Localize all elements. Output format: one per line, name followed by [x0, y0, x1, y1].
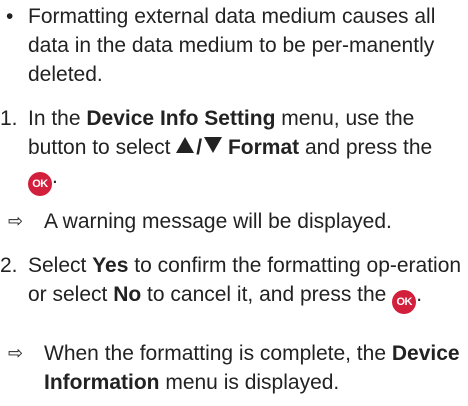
result-arrow-icon: ⇨ — [8, 343, 24, 364]
up-triangle-icon — [176, 137, 195, 153]
step-2: 2. Select Yes to confirm the formatting … — [0, 251, 468, 314]
ok-button-icon: OK — [28, 172, 52, 196]
step-2-text-c: to cancel it, and press the — [141, 283, 393, 306]
yes-label: Yes — [92, 254, 129, 277]
step-1-text-c: and press the — [299, 136, 433, 159]
no-label: No — [113, 283, 142, 306]
result-arrow-icon: ⇨ — [8, 211, 24, 232]
step-1: 1. In the Device Info Setting menu, use … — [0, 104, 468, 196]
bullet-icon: • — [6, 5, 14, 28]
step-1-result-text: A warning message will be displayed. — [44, 210, 392, 233]
format-label: Format — [227, 136, 300, 159]
slash-separator: / — [196, 136, 203, 159]
down-triangle-icon — [204, 137, 223, 153]
step-2-text-d: . — [416, 283, 423, 306]
note-text: Formatting external data medium causes a… — [28, 5, 436, 86]
step-1-text: In the Device Info Setting menu, use the… — [28, 104, 462, 196]
step-2-result-text-a: When the formatting is complete, the — [44, 342, 392, 365]
step-1-result: ⇨ A warning message will be displayed. — [0, 207, 468, 236]
ok-button-icon: OK — [392, 290, 417, 314]
step-1-number: 1. — [0, 107, 18, 130]
step-1-text-a: In the — [28, 107, 87, 130]
step-2-number: 2. — [0, 254, 18, 277]
step-2-result-text-b: menu is displayed. — [159, 371, 340, 394]
step-2-text: Select Yes to confirm the formatting op-… — [28, 251, 462, 314]
step-1-text-d: . — [52, 165, 58, 188]
step-2-result-text: When the formatting is complete, the Dev… — [44, 339, 462, 397]
step-2-text-a: Select — [28, 254, 93, 277]
step-2-result: ⇨ When the formatting is complete, the D… — [0, 339, 468, 397]
warning-note: • Formatting external data medium causes… — [0, 2, 468, 89]
device-info-setting-menu-name: Device Info Setting — [86, 107, 276, 130]
